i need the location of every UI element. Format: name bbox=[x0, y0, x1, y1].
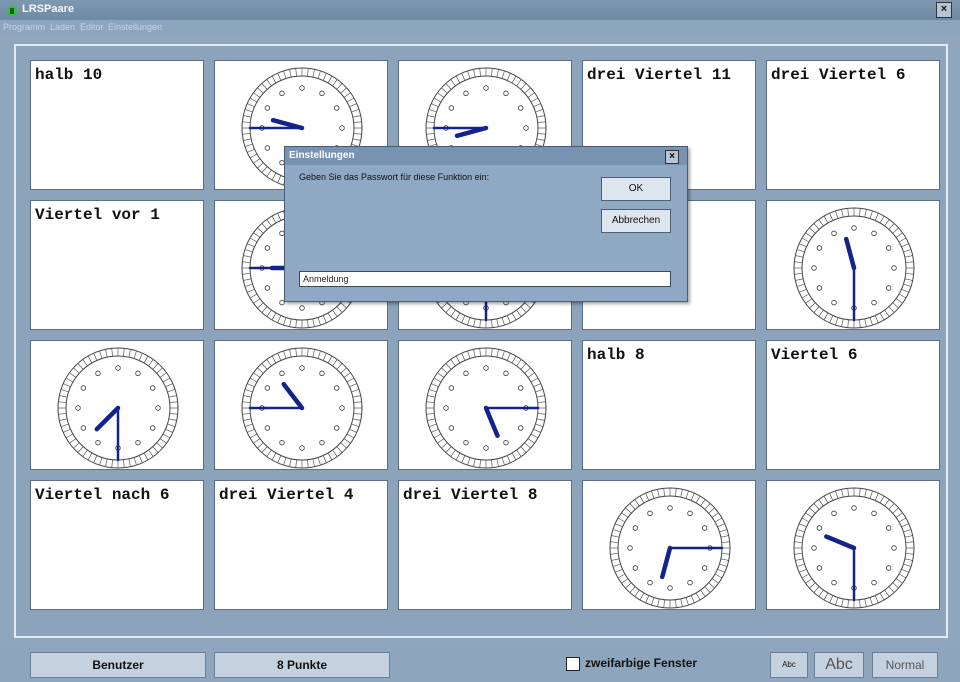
close-button[interactable]: × bbox=[936, 2, 952, 18]
clock-face-icon bbox=[793, 207, 915, 329]
clock-face-icon bbox=[793, 487, 915, 609]
dialog-close-button[interactable]: × bbox=[665, 150, 679, 164]
text-card[interactable]: drei Viertel 4 bbox=[214, 480, 388, 610]
dialog-title: Einstellungen bbox=[289, 150, 355, 161]
card-label: drei Viertel 6 bbox=[771, 66, 906, 84]
text-card[interactable]: Viertel nach 6 bbox=[30, 480, 204, 610]
two-color-label: zweifarbige Fenster bbox=[585, 656, 698, 670]
dialog-message: Geben Sie das Passwort für diese Funktio… bbox=[299, 172, 490, 182]
menu-laden[interactable]: Laden bbox=[50, 22, 75, 32]
cancel-button[interactable]: Abbrechen bbox=[601, 209, 671, 233]
dialog-titlebar: Einstellungen × bbox=[285, 147, 687, 165]
clock-card[interactable] bbox=[766, 200, 940, 330]
title-bar: LRSPaare × bbox=[0, 0, 960, 20]
card-label: Viertel 6 bbox=[771, 346, 858, 364]
font-small-button[interactable]: Abc bbox=[770, 652, 808, 678]
window-title: LRSPaare bbox=[22, 3, 74, 15]
clock-card[interactable] bbox=[30, 340, 204, 470]
menu-bar: Programm Laden Editor Einstellungen bbox=[0, 20, 960, 36]
font-large-button[interactable]: Abc bbox=[814, 652, 864, 678]
app-logo-icon bbox=[6, 4, 18, 16]
normal-mode-button[interactable]: Normal bbox=[872, 652, 938, 678]
text-card[interactable]: Viertel 6 bbox=[766, 340, 940, 470]
clock-face-icon bbox=[425, 347, 547, 469]
clock-face-icon bbox=[609, 487, 731, 609]
ok-button[interactable]: OK bbox=[601, 177, 671, 201]
card-label: drei Viertel 4 bbox=[219, 486, 354, 504]
text-card[interactable]: drei Viertel 6 bbox=[766, 60, 940, 190]
menu-einstellungen[interactable]: Einstellungen bbox=[108, 22, 162, 32]
user-button[interactable]: Benutzer bbox=[30, 652, 206, 678]
password-input[interactable]: Anmeldung bbox=[299, 271, 671, 287]
card-board: halb 10 drei Viertel 11 drei Viertel 6 Vier… bbox=[14, 44, 948, 638]
text-card[interactable]: halb 10 bbox=[30, 60, 204, 190]
clock-card[interactable] bbox=[582, 480, 756, 610]
clock-face-icon bbox=[57, 347, 179, 469]
card-label: Viertel vor 1 bbox=[35, 206, 160, 224]
clock-card[interactable] bbox=[398, 340, 572, 470]
points-display: 8 Punkte bbox=[214, 652, 390, 678]
card-label: halb 8 bbox=[587, 346, 645, 364]
clock-card[interactable] bbox=[766, 480, 940, 610]
text-card[interactable]: drei Viertel 8 bbox=[398, 480, 572, 610]
card-label: halb 10 bbox=[35, 66, 103, 84]
text-card[interactable]: halb 8 bbox=[582, 340, 756, 470]
card-label: drei Viertel 11 bbox=[587, 66, 732, 84]
card-label: drei Viertel 8 bbox=[403, 486, 538, 504]
card-label: Viertel nach 6 bbox=[35, 486, 170, 504]
clock-face-icon bbox=[241, 347, 363, 469]
settings-dialog: Einstellungen × Geben Sie das Passwort f… bbox=[284, 146, 688, 302]
two-color-checkbox[interactable] bbox=[566, 657, 580, 671]
menu-programm[interactable]: Programm bbox=[3, 22, 45, 32]
clock-card[interactable] bbox=[214, 340, 388, 470]
text-card[interactable]: Viertel vor 1 bbox=[30, 200, 204, 330]
menu-editor[interactable]: Editor bbox=[80, 22, 104, 32]
